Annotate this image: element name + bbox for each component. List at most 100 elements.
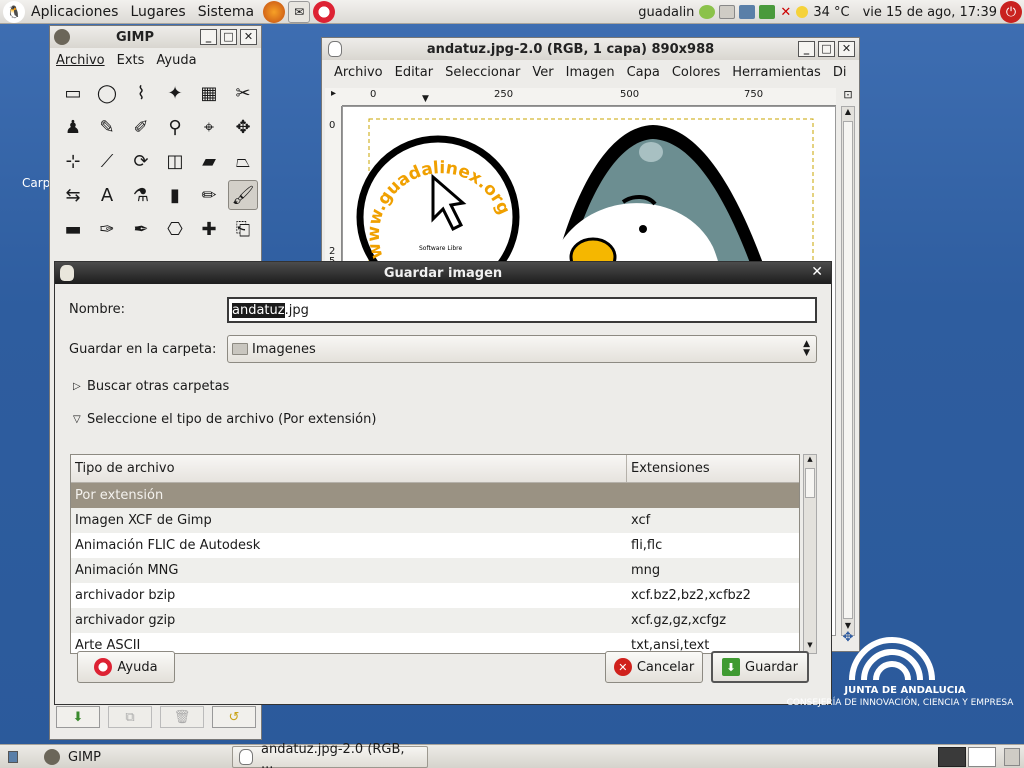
airbrush-icon[interactable]: ✑ xyxy=(92,214,122,244)
filename-input[interactable]: andatuz .jpg xyxy=(227,297,817,323)
close-button[interactable]: ✕ xyxy=(240,29,257,45)
shutdown-icon[interactable]: ⏻ xyxy=(1000,1,1022,23)
drive-icon[interactable] xyxy=(719,5,736,19)
workspace-2[interactable] xyxy=(968,747,996,767)
eraser-icon[interactable]: ▬ xyxy=(58,214,88,244)
toolbox-titlebar[interactable]: GIMP _ □ ✕ xyxy=(50,26,261,48)
mute-icon[interactable]: ✕ xyxy=(777,5,794,20)
paths-icon[interactable]: ✎ xyxy=(92,112,122,142)
table-row[interactable]: Animación FLIC de Autodesk fli,flc xyxy=(71,533,799,558)
scale-icon[interactable]: ◫ xyxy=(160,146,190,176)
help-icon[interactable] xyxy=(313,0,336,23)
image-titlebar[interactable]: andatuz.jpg-2.0 (RGB, 1 capa) 890x988 _ … xyxy=(322,38,859,60)
table-row[interactable]: Imagen XCF de Gimp xcf xyxy=(71,508,799,533)
show-desktop-icon[interactable] xyxy=(2,746,24,768)
menu-exts[interactable]: Exts xyxy=(111,53,151,68)
reset-tool-options-icon[interactable]: ↺ xyxy=(212,706,256,728)
zoom-icon[interactable]: ⚲ xyxy=(160,112,190,142)
taskbar-gimp[interactable]: GIMP xyxy=(38,746,228,768)
blend-icon[interactable]: ▮ xyxy=(160,180,190,210)
scroll-thumb[interactable] xyxy=(843,121,853,619)
scroll-up-arrow-icon[interactable]: ▲ xyxy=(842,107,854,121)
mail-icon[interactable]: ✉ xyxy=(288,0,311,23)
maximize-button[interactable]: □ xyxy=(818,41,835,57)
perspective-icon[interactable]: ⏢ xyxy=(228,146,258,176)
temperature[interactable]: 34 °C xyxy=(810,5,852,20)
quick-mask-arrow-icon[interactable]: ▸ xyxy=(325,88,342,106)
menu-archivo[interactable]: Archivo xyxy=(328,65,389,80)
maximize-button[interactable]: □ xyxy=(220,29,237,45)
menu-dialogos[interactable]: Di xyxy=(827,65,853,80)
table-row[interactable]: Por extensión xyxy=(71,483,799,508)
scroll-up-arrow-icon[interactable]: ▲ xyxy=(804,455,816,467)
cancel-button[interactable]: ✕ Cancelar xyxy=(605,651,703,683)
column-header-type[interactable]: Tipo de archivo xyxy=(71,455,627,482)
heal-icon[interactable]: ✚ xyxy=(194,214,224,244)
menu-seleccionar[interactable]: Seleccionar xyxy=(439,65,526,80)
perspective-clone-icon[interactable]: ⎗ xyxy=(228,214,258,244)
menu-lugares[interactable]: Lugares xyxy=(124,0,191,24)
menu-colores[interactable]: Colores xyxy=(666,65,726,80)
table-row[interactable]: archivador bzip xcf.bz2,bz2,xcfbz2 xyxy=(71,583,799,608)
align-icon[interactable]: ⊹ xyxy=(58,146,88,176)
user-name[interactable]: guadalin xyxy=(635,5,697,20)
workspace-1[interactable] xyxy=(938,747,966,767)
computer-icon[interactable] xyxy=(739,5,756,19)
table-row[interactable]: archivador gzip xcf.gz,gz,xcfgz xyxy=(71,608,799,633)
trash-icon[interactable] xyxy=(1004,748,1020,766)
fuzzy-select-icon[interactable]: ✦ xyxy=(160,78,190,108)
color-picker-icon[interactable]: ✐ xyxy=(126,112,156,142)
scroll-thumb[interactable] xyxy=(805,468,815,498)
ink-icon[interactable]: ✒ xyxy=(126,214,156,244)
help-button[interactable]: Ayuda xyxy=(77,651,175,683)
taskbar-image[interactable]: andatuz.jpg-2.0 (RGB, ... xyxy=(232,742,428,768)
clone-icon[interactable]: ⎔ xyxy=(160,214,190,244)
dialog-titlebar[interactable]: Guardar imagen ✕ xyxy=(55,262,831,284)
move-icon[interactable]: ✥ xyxy=(228,112,258,142)
pencil-icon[interactable]: ✏ xyxy=(194,180,224,210)
file-type-list[interactable]: Tipo de archivo Extensiones Por extensió… xyxy=(70,454,800,654)
delete-tool-options-icon[interactable]: 🗑 xyxy=(160,706,204,728)
flip-icon[interactable]: ⇆ xyxy=(58,180,88,210)
rotate-icon[interactable]: ⟳ xyxy=(126,146,156,176)
column-header-extensions[interactable]: Extensiones xyxy=(627,455,710,482)
ellipse-select-icon[interactable]: ◯ xyxy=(92,78,122,108)
close-button[interactable]: ✕ xyxy=(838,41,855,57)
menu-ver[interactable]: Ver xyxy=(526,65,559,80)
browse-folders-expander[interactable]: ▷ Buscar otras carpetas xyxy=(73,379,229,394)
bucket-fill-icon[interactable]: ⚗ xyxy=(126,180,156,210)
folder-combo[interactable]: Imagenes ▲ ▼ xyxy=(227,335,817,363)
rect-select-icon[interactable]: ▭ xyxy=(58,78,88,108)
firefox-icon[interactable] xyxy=(263,0,286,23)
save-tool-options-icon[interactable]: ⬇ xyxy=(56,706,100,728)
menu-herramientas[interactable]: Herramientas xyxy=(726,65,827,80)
navigate-icon[interactable]: ⊡ xyxy=(841,88,855,104)
file-type-expander[interactable]: ▽ Seleccione el tipo de archivo (Por ext… xyxy=(73,412,376,427)
text-icon[interactable]: A xyxy=(92,180,122,210)
close-icon[interactable]: ✕ xyxy=(811,264,823,280)
network-icon[interactable] xyxy=(699,5,716,19)
clock[interactable]: vie 15 de ago, 17:39 xyxy=(853,5,1000,20)
battery-icon[interactable] xyxy=(759,5,776,19)
minimize-button[interactable]: _ xyxy=(200,29,217,45)
crop-icon[interactable]: ⟋ xyxy=(92,146,122,176)
menu-sistema[interactable]: Sistema xyxy=(192,0,260,24)
menu-archivo[interactable]: Archivo xyxy=(50,53,111,68)
menu-ayuda[interactable]: Ayuda xyxy=(150,53,202,68)
color-select-icon[interactable]: ▦ xyxy=(194,78,224,108)
vertical-scrollbar[interactable]: ▲ ▼ xyxy=(841,106,855,636)
scissors-icon[interactable]: ✂ xyxy=(228,78,258,108)
menu-capa[interactable]: Capa xyxy=(621,65,666,80)
list-scrollbar[interactable]: ▲ ▼ xyxy=(803,454,817,654)
lasso-icon[interactable]: ⌇ xyxy=(126,78,156,108)
shear-icon[interactable]: ▰ xyxy=(194,146,224,176)
tux-icon[interactable]: 🐧 xyxy=(3,0,25,23)
menu-editar[interactable]: Editar xyxy=(389,65,440,80)
menu-aplicaciones[interactable]: Aplicaciones xyxy=(25,0,124,24)
table-row[interactable]: Animación MNG mng xyxy=(71,558,799,583)
foreground-select-icon[interactable]: ♟ xyxy=(58,112,88,142)
restore-tool-options-icon[interactable]: ⧉ xyxy=(108,706,152,728)
paintbrush-icon[interactable]: 🖌 xyxy=(228,180,258,210)
minimize-button[interactable]: _ xyxy=(798,41,815,57)
measure-icon[interactable]: ⌖ xyxy=(194,112,224,142)
